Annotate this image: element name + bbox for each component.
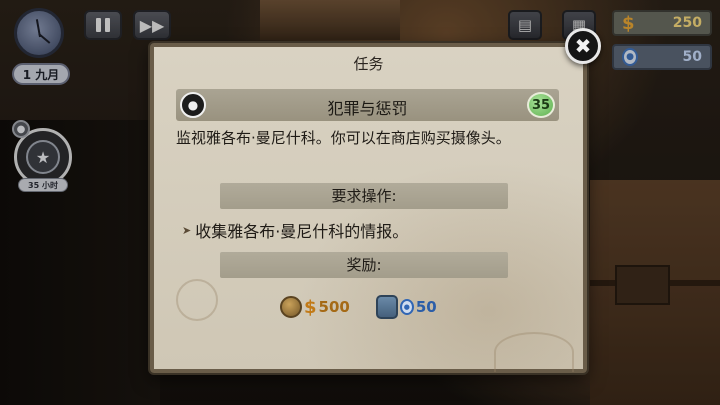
mission-level-badge: 35 [527, 92, 555, 118]
mission-dialog: 任务 ● 犯罪与惩罚 35 监视雅各布·曼尼什科。你可以在商店购买摄像头。 要求… [150, 43, 587, 373]
reputation-reward-value: 50 [415, 298, 437, 316]
requirement-item: ➤ 收集雅各布·曼尼什科的情报。 [182, 218, 408, 242]
mission-description: 监视雅各布·曼尼什科。你可以在商店购买摄像头。 [176, 129, 511, 147]
close-button[interactable]: ✖ [565, 28, 601, 64]
mission-name: 犯罪与惩罚 [327, 99, 408, 118]
dollar-icon: $ [304, 296, 317, 318]
arrow-icon: ➤ [182, 223, 192, 237]
money-reward-value: 500 [318, 298, 350, 316]
wheel-decoration [494, 332, 574, 372]
rewards-list: $ 500 ● 50 [280, 295, 437, 319]
close-icon: ✖ [574, 34, 592, 58]
requirements-header: 要求操作: [220, 183, 508, 209]
badge-icon [375, 295, 398, 319]
rewards-header: 奖励: [220, 252, 508, 278]
compass-decoration [176, 279, 218, 321]
requirement-text: 收集雅各布·曼尼什科的情报。 [195, 222, 409, 241]
reputation-reward: ● 50 [375, 295, 437, 319]
coins-icon [280, 296, 302, 318]
dialog-title: 任务 [353, 55, 384, 73]
money-reward: $ 500 [280, 296, 350, 318]
reputation-icon: ● [399, 299, 414, 315]
mission-header: ● 犯罪与惩罚 35 [176, 89, 559, 121]
